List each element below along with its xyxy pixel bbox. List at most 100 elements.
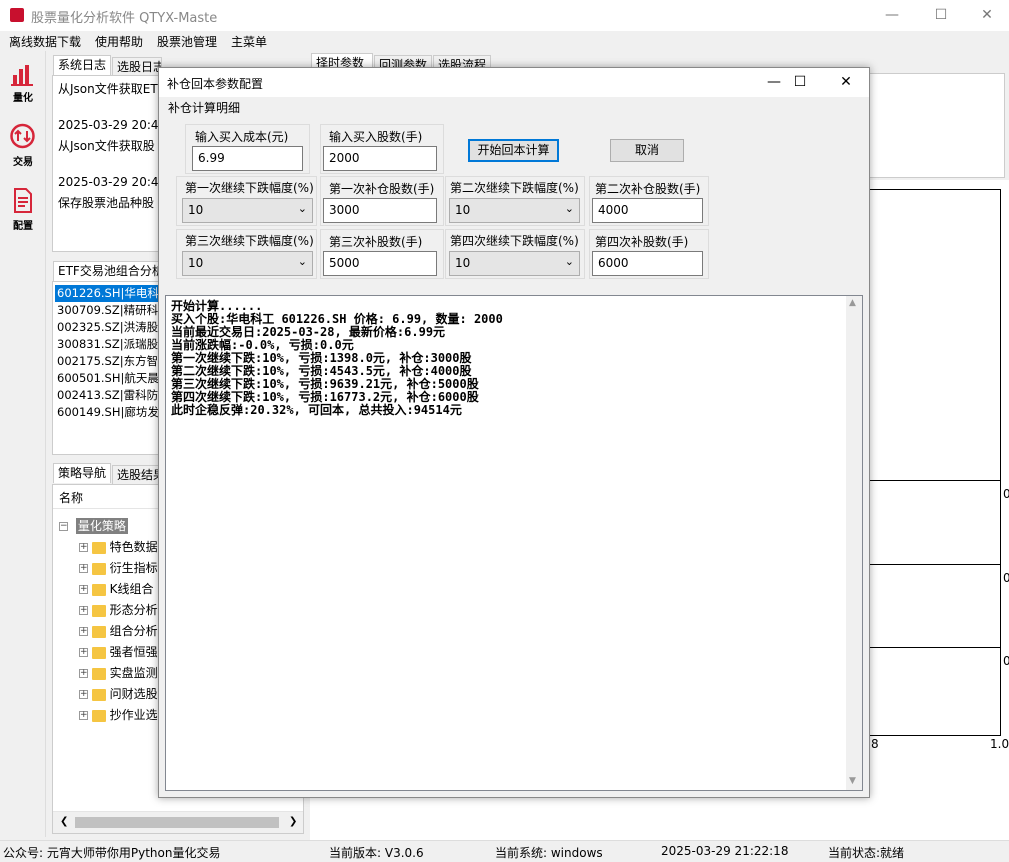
tree-root-label: 量化策略 — [75, 518, 128, 534]
expand-icon[interactable]: + — [79, 564, 88, 573]
tab-selection-result[interactable]: 选股结果 — [112, 465, 162, 485]
trade-label: 交易 — [13, 157, 33, 168]
drop1-select[interactable]: 10 ⌄ — [182, 198, 313, 223]
collapse-icon[interactable]: − — [59, 522, 68, 531]
app-logo-icon — [10, 8, 24, 22]
tab-selection-log[interactable]: 选股日志 — [112, 57, 162, 77]
list-item[interactable]: 600501.SH|航天晨 — [55, 370, 159, 387]
add2-input[interactable]: 4000 — [592, 198, 703, 223]
exchange-icon — [10, 123, 35, 149]
tree-node-label: 实盘监测 — [109, 666, 158, 680]
start-calc-button[interactable]: 开始回本计算 — [468, 139, 559, 162]
system-log-panel: 从Json文件获取ET 2025-03-29 20:48 从Json文件获取股 … — [52, 75, 162, 252]
log-line: 从Json文件获取ET — [58, 82, 158, 96]
config-label: 配置 — [13, 221, 33, 232]
drop2-label: 第二次继续下跌幅度(%) — [450, 181, 579, 195]
menu-main[interactable]: 主菜单 — [231, 33, 267, 50]
chart-frame-top — [866, 189, 1001, 190]
menu-stock-pool[interactable]: 股票池管理 — [157, 33, 217, 50]
scroll-left-icon[interactable]: ❮ — [60, 816, 68, 827]
expand-icon[interactable]: + — [79, 585, 88, 594]
add1-label: 第一次补仓股数(手) — [329, 182, 435, 196]
x-tick-label: 1.0 — [990, 737, 1009, 751]
add1-group: 第一次补仓股数(手) 3000 — [320, 176, 444, 226]
status-state: 当前状态:就绪 — [828, 846, 905, 860]
buy-cost-input[interactable]: 6.99 — [192, 146, 303, 171]
add3-input[interactable]: 5000 — [323, 251, 437, 276]
list-item[interactable]: 601226.SH|华电科 — [55, 285, 159, 302]
config-button[interactable]: 配置 — [0, 185, 46, 237]
tree-node-label: 组合分析 — [109, 624, 158, 638]
tab-etf-pool[interactable]: ETF交易池组合分析 — [53, 261, 161, 281]
list-item[interactable]: 300709.SZ|精研科技 — [55, 302, 161, 319]
expand-icon[interactable]: + — [79, 690, 88, 699]
drop4-select[interactable]: 10 ⌄ — [449, 251, 580, 276]
list-item[interactable]: 002175.SZ|东方智造 — [55, 353, 161, 370]
menu-help[interactable]: 使用帮助 — [95, 33, 143, 50]
status-version: 当前版本: V3.0.6 — [329, 846, 424, 860]
calc-output-textarea[interactable]: 开始计算...... 买入个股:华电科工 601226.SH 价格: 6.99,… — [165, 295, 863, 791]
drop4-value: 10 — [455, 256, 471, 270]
tree-node-label: 抄作业选 — [109, 708, 158, 722]
add1-input[interactable]: 3000 — [323, 198, 437, 223]
list-item[interactable]: 600149.SH|廊坊发 — [55, 404, 159, 421]
expand-icon[interactable]: + — [79, 543, 88, 552]
chart-frame-bottom — [866, 735, 1001, 736]
chevron-down-icon: ⌄ — [564, 255, 574, 268]
y-tick-label: 0 — [1003, 487, 1009, 501]
etf-list[interactable]: 601226.SH|华电科 300709.SZ|精研科技 002325.SZ|洪… — [52, 281, 162, 455]
menu-bar: 离线数据下载 使用帮助 股票池管理 主菜单 — [0, 31, 1009, 51]
horizontal-scrollbar[interactable]: ❮ ❯ — [53, 811, 303, 833]
list-item[interactable]: 002413.SZ|雷科防务 — [55, 387, 161, 404]
tree-node-label: K线组合 — [109, 582, 154, 596]
minimize-icon[interactable]: — — [869, 0, 915, 31]
buy-shares-input[interactable]: 2000 — [323, 146, 437, 171]
list-item[interactable]: 300831.SZ|派瑞股份 — [55, 336, 161, 353]
window-title: 股票量化分析软件 QTYX-Maste — [31, 11, 218, 26]
trade-button[interactable]: 交易 — [0, 121, 46, 173]
drop2-select[interactable]: 10 ⌄ — [449, 198, 580, 223]
cancel-button[interactable]: 取消 — [610, 139, 684, 162]
scrollbar-thumb[interactable] — [75, 817, 279, 828]
drop2-group: 第二次继续下跌幅度(%) 10 ⌄ — [445, 176, 585, 226]
add4-label: 第四次补股数(手) — [595, 235, 689, 249]
expand-icon[interactable]: + — [79, 606, 88, 615]
tab-system-log[interactable]: 系统日志 — [53, 55, 111, 75]
buy-cost-label: 输入买入成本(元) — [195, 130, 289, 144]
tab-strategy-nav[interactable]: 策略导航 — [53, 463, 111, 483]
log-line: 2025-03-29 20:48 — [58, 175, 162, 189]
expand-icon[interactable]: + — [79, 669, 88, 678]
list-item[interactable]: 002325.SZ|洪涛股份 — [55, 319, 161, 336]
menu-offline-download[interactable]: 离线数据下载 — [9, 33, 81, 50]
add3-group: 第三次补股数(手) 5000 — [320, 229, 444, 279]
buy-shares-label: 输入买入股数(手) — [329, 130, 423, 144]
expand-icon[interactable]: + — [79, 711, 88, 720]
y-tick-label: 0 — [1003, 571, 1009, 585]
add4-group: 第四次补股数(手) 6000 — [589, 229, 709, 279]
expand-icon[interactable]: + — [79, 648, 88, 657]
dialog-title: 补仓回本参数配置 — [167, 77, 264, 91]
drop4-group: 第四次继续下跌幅度(%) 10 ⌄ — [445, 229, 585, 279]
vertical-scrollbar[interactable]: ▲ ▼ — [846, 296, 862, 790]
add4-input[interactable]: 6000 — [592, 251, 703, 276]
folder-icon — [91, 562, 106, 575]
chevron-down-icon: ⌄ — [297, 255, 307, 268]
log-line: 2025-03-29 20:48 — [58, 118, 162, 132]
status-bar: 公众号: 元宵大师带你用Python量化交易 当前版本: V3.0.6 当前系统… — [0, 840, 1009, 862]
scroll-down-icon[interactable]: ▼ — [849, 776, 856, 786]
close-icon[interactable]: ✕ — [964, 0, 1009, 31]
expand-icon[interactable]: + — [79, 627, 88, 636]
buy-shares-group: 输入买入股数(手) 2000 — [320, 124, 444, 174]
drop1-group: 第一次继续下跌幅度(%) 10 ⌄ — [176, 176, 317, 226]
scroll-up-icon[interactable]: ▲ — [849, 298, 856, 308]
chevron-down-icon: ⌄ — [564, 202, 574, 215]
drop3-select[interactable]: 10 ⌄ — [182, 251, 313, 276]
maximize-icon[interactable]: ☐ — [918, 0, 964, 31]
quant-label: 量化 — [13, 93, 33, 104]
scroll-right-icon[interactable]: ❯ — [289, 816, 297, 827]
quant-button[interactable]: 量化 — [0, 57, 46, 109]
chart-divider — [866, 564, 1001, 565]
dialog-close-icon[interactable]: ✕ — [823, 68, 869, 97]
dialog-maximize-icon[interactable]: ☐ — [777, 68, 823, 97]
